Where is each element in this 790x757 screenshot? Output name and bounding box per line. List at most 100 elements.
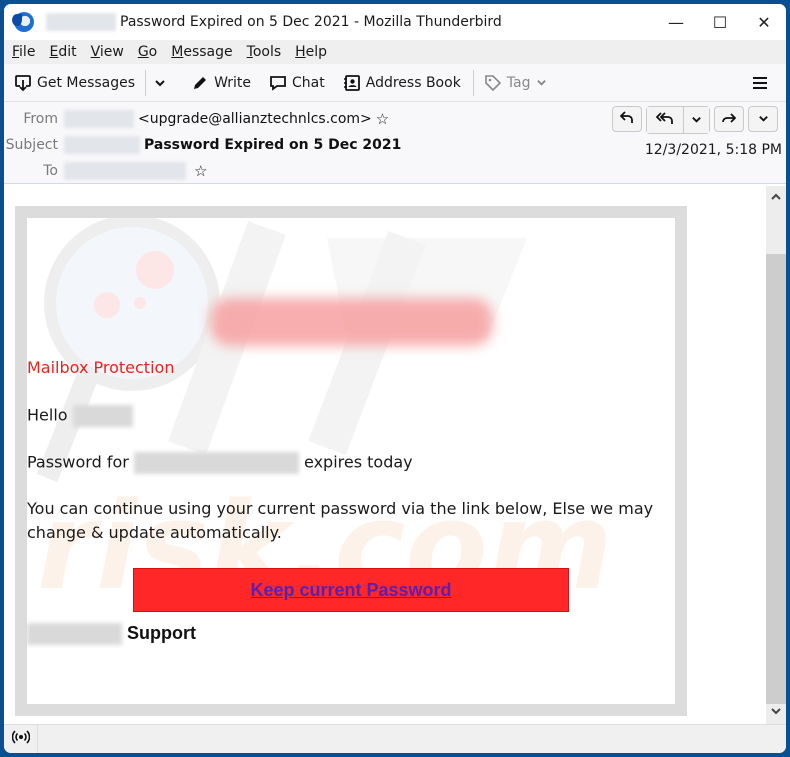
address-book-label: Address Book	[365, 74, 461, 91]
close-button[interactable]: ✕	[742, 4, 786, 40]
redacted-from-name	[64, 110, 134, 128]
redacted-recipient-name	[72, 405, 133, 427]
redacted-recipient	[64, 162, 186, 180]
vertical-scrollbar[interactable]	[766, 186, 786, 724]
message-body: risk.com Mailbox Protection Hello Passwo…	[4, 186, 786, 724]
redacted-email-address	[133, 452, 299, 474]
scroll-down-button[interactable]	[766, 702, 786, 722]
menu-view-accel: V	[90, 44, 100, 60]
toolbar-separator	[145, 69, 147, 96]
star-icon[interactable]: ☆	[194, 162, 207, 180]
thunderbird-logo-icon	[12, 12, 34, 32]
greeting-line: Hello	[27, 405, 675, 427]
download-message-icon	[14, 74, 32, 92]
from-email[interactable]: <upgrade@allianztechnlcs.com>	[138, 111, 372, 127]
chevron-down-icon	[758, 110, 769, 128]
address-book-icon	[343, 74, 361, 92]
tag-label: Tag	[506, 74, 531, 91]
body-line-2: change & update automatically.	[27, 523, 282, 542]
email-content-area: risk.com Mailbox Protection Hello Passwo…	[27, 218, 675, 704]
menu-bar: File Edit View Go Message Tools Help	[4, 40, 786, 64]
chevron-down-icon	[536, 77, 547, 88]
greeting-text: Hello	[27, 405, 68, 425]
subject-text: Password Expired on 5 Dec 2021	[144, 137, 402, 153]
get-messages-button[interactable]: Get Messages	[14, 74, 135, 92]
address-book-button[interactable]: Address Book	[343, 74, 461, 92]
app-menu-button[interactable]	[752, 72, 768, 96]
chevron-down-icon	[691, 111, 702, 129]
window-title: Password Expired on 5 Dec 2021 - Mozilla…	[120, 14, 502, 30]
menu-edit-accel: E	[49, 44, 59, 60]
menu-help[interactable]: Help	[295, 44, 327, 60]
menu-message[interactable]: Message	[171, 44, 232, 60]
chevron-down-icon	[154, 77, 166, 89]
window-controls: — ☐ ✕	[654, 4, 786, 40]
message-actions	[608, 106, 778, 134]
menu-go-accel: G	[137, 44, 149, 60]
toolbar-separator	[472, 69, 474, 96]
forward-icon	[722, 110, 737, 128]
from-row: From <upgrade@allianztechnlcs.com> ☆	[4, 110, 389, 128]
star-icon[interactable]: ☆	[376, 110, 389, 128]
menu-edit-rest: dit	[58, 44, 77, 60]
reply-all-button[interactable]	[647, 107, 683, 133]
write-label: Write	[214, 74, 252, 91]
menu-help-accel: H	[295, 44, 306, 60]
scrollbar-thumb[interactable]	[766, 254, 786, 704]
write-button[interactable]: Write	[191, 74, 251, 92]
hamburger-icon	[752, 72, 768, 96]
chat-button[interactable]: Chat	[269, 74, 325, 92]
tag-button[interactable]: Tag	[484, 74, 552, 92]
status-bar	[4, 724, 786, 753]
title-bar: Password Expired on 5 Dec 2021 - Mozilla…	[4, 4, 786, 40]
wireless-signal-icon	[11, 730, 30, 748]
message-date: 12/3/2021, 5:18 PM	[644, 142, 782, 158]
menu-tools-rest: ools	[252, 44, 282, 60]
menu-tools[interactable]: Tools	[247, 44, 282, 60]
menu-go[interactable]: Go	[138, 44, 157, 60]
maximize-button[interactable]: ☐	[698, 4, 742, 40]
reply-all-dropdown[interactable]	[683, 107, 709, 133]
menu-view[interactable]: View	[91, 44, 124, 60]
reply-icon	[619, 110, 634, 128]
reply-button[interactable]	[612, 106, 642, 132]
menu-message-rest: essage	[183, 44, 233, 60]
menu-file[interactable]: File	[12, 44, 35, 60]
reply-all-group	[646, 106, 710, 134]
from-label: From	[23, 111, 58, 127]
get-messages-label: Get Messages	[37, 74, 136, 91]
menu-view-rest: iew	[99, 44, 124, 60]
redacted-company-logo	[210, 298, 493, 346]
password-prefix: Password for	[27, 452, 129, 472]
signature-text: Support	[127, 623, 197, 643]
keep-password-link[interactable]: Keep current Password	[250, 580, 451, 601]
menu-file-rest: ile	[19, 44, 36, 60]
to-row: To ☆	[4, 162, 207, 180]
more-actions-button[interactable]	[748, 106, 778, 132]
redacted-company-name	[27, 623, 122, 646]
chat-bubble-icon	[269, 74, 287, 92]
body-line-1: You can continue using your current pass…	[27, 499, 654, 518]
get-messages-dropdown[interactable]	[154, 77, 171, 89]
chat-label: Chat	[292, 74, 325, 91]
chevron-up-icon	[771, 191, 781, 205]
signature-line: Support	[27, 623, 675, 646]
password-expiry-line: Password for expires today	[27, 452, 675, 474]
scroll-up-button[interactable]	[766, 188, 786, 208]
email-frame: risk.com Mailbox Protection Hello Passwo…	[15, 206, 687, 716]
menu-go-rest: o	[148, 44, 158, 60]
forward-button[interactable]	[714, 106, 744, 132]
subject-label: Subject	[5, 137, 58, 153]
chevron-down-icon	[771, 705, 781, 719]
mailbox-protection-title: Mailbox Protection	[27, 358, 175, 377]
minimize-button[interactable]: —	[654, 4, 698, 40]
menu-edit[interactable]: Edit	[49, 44, 76, 60]
menu-help-rest: elp	[305, 44, 328, 60]
password-suffix: expires today	[304, 452, 413, 472]
reply-all-icon	[655, 111, 674, 129]
tag-icon	[484, 74, 502, 92]
online-status-button[interactable]	[4, 724, 38, 753]
keep-password-button[interactable]: Keep current Password	[133, 568, 569, 612]
subject-row: Subject Password Expired on 5 Dec 2021	[4, 136, 401, 154]
menu-message-accel: M	[171, 44, 184, 60]
